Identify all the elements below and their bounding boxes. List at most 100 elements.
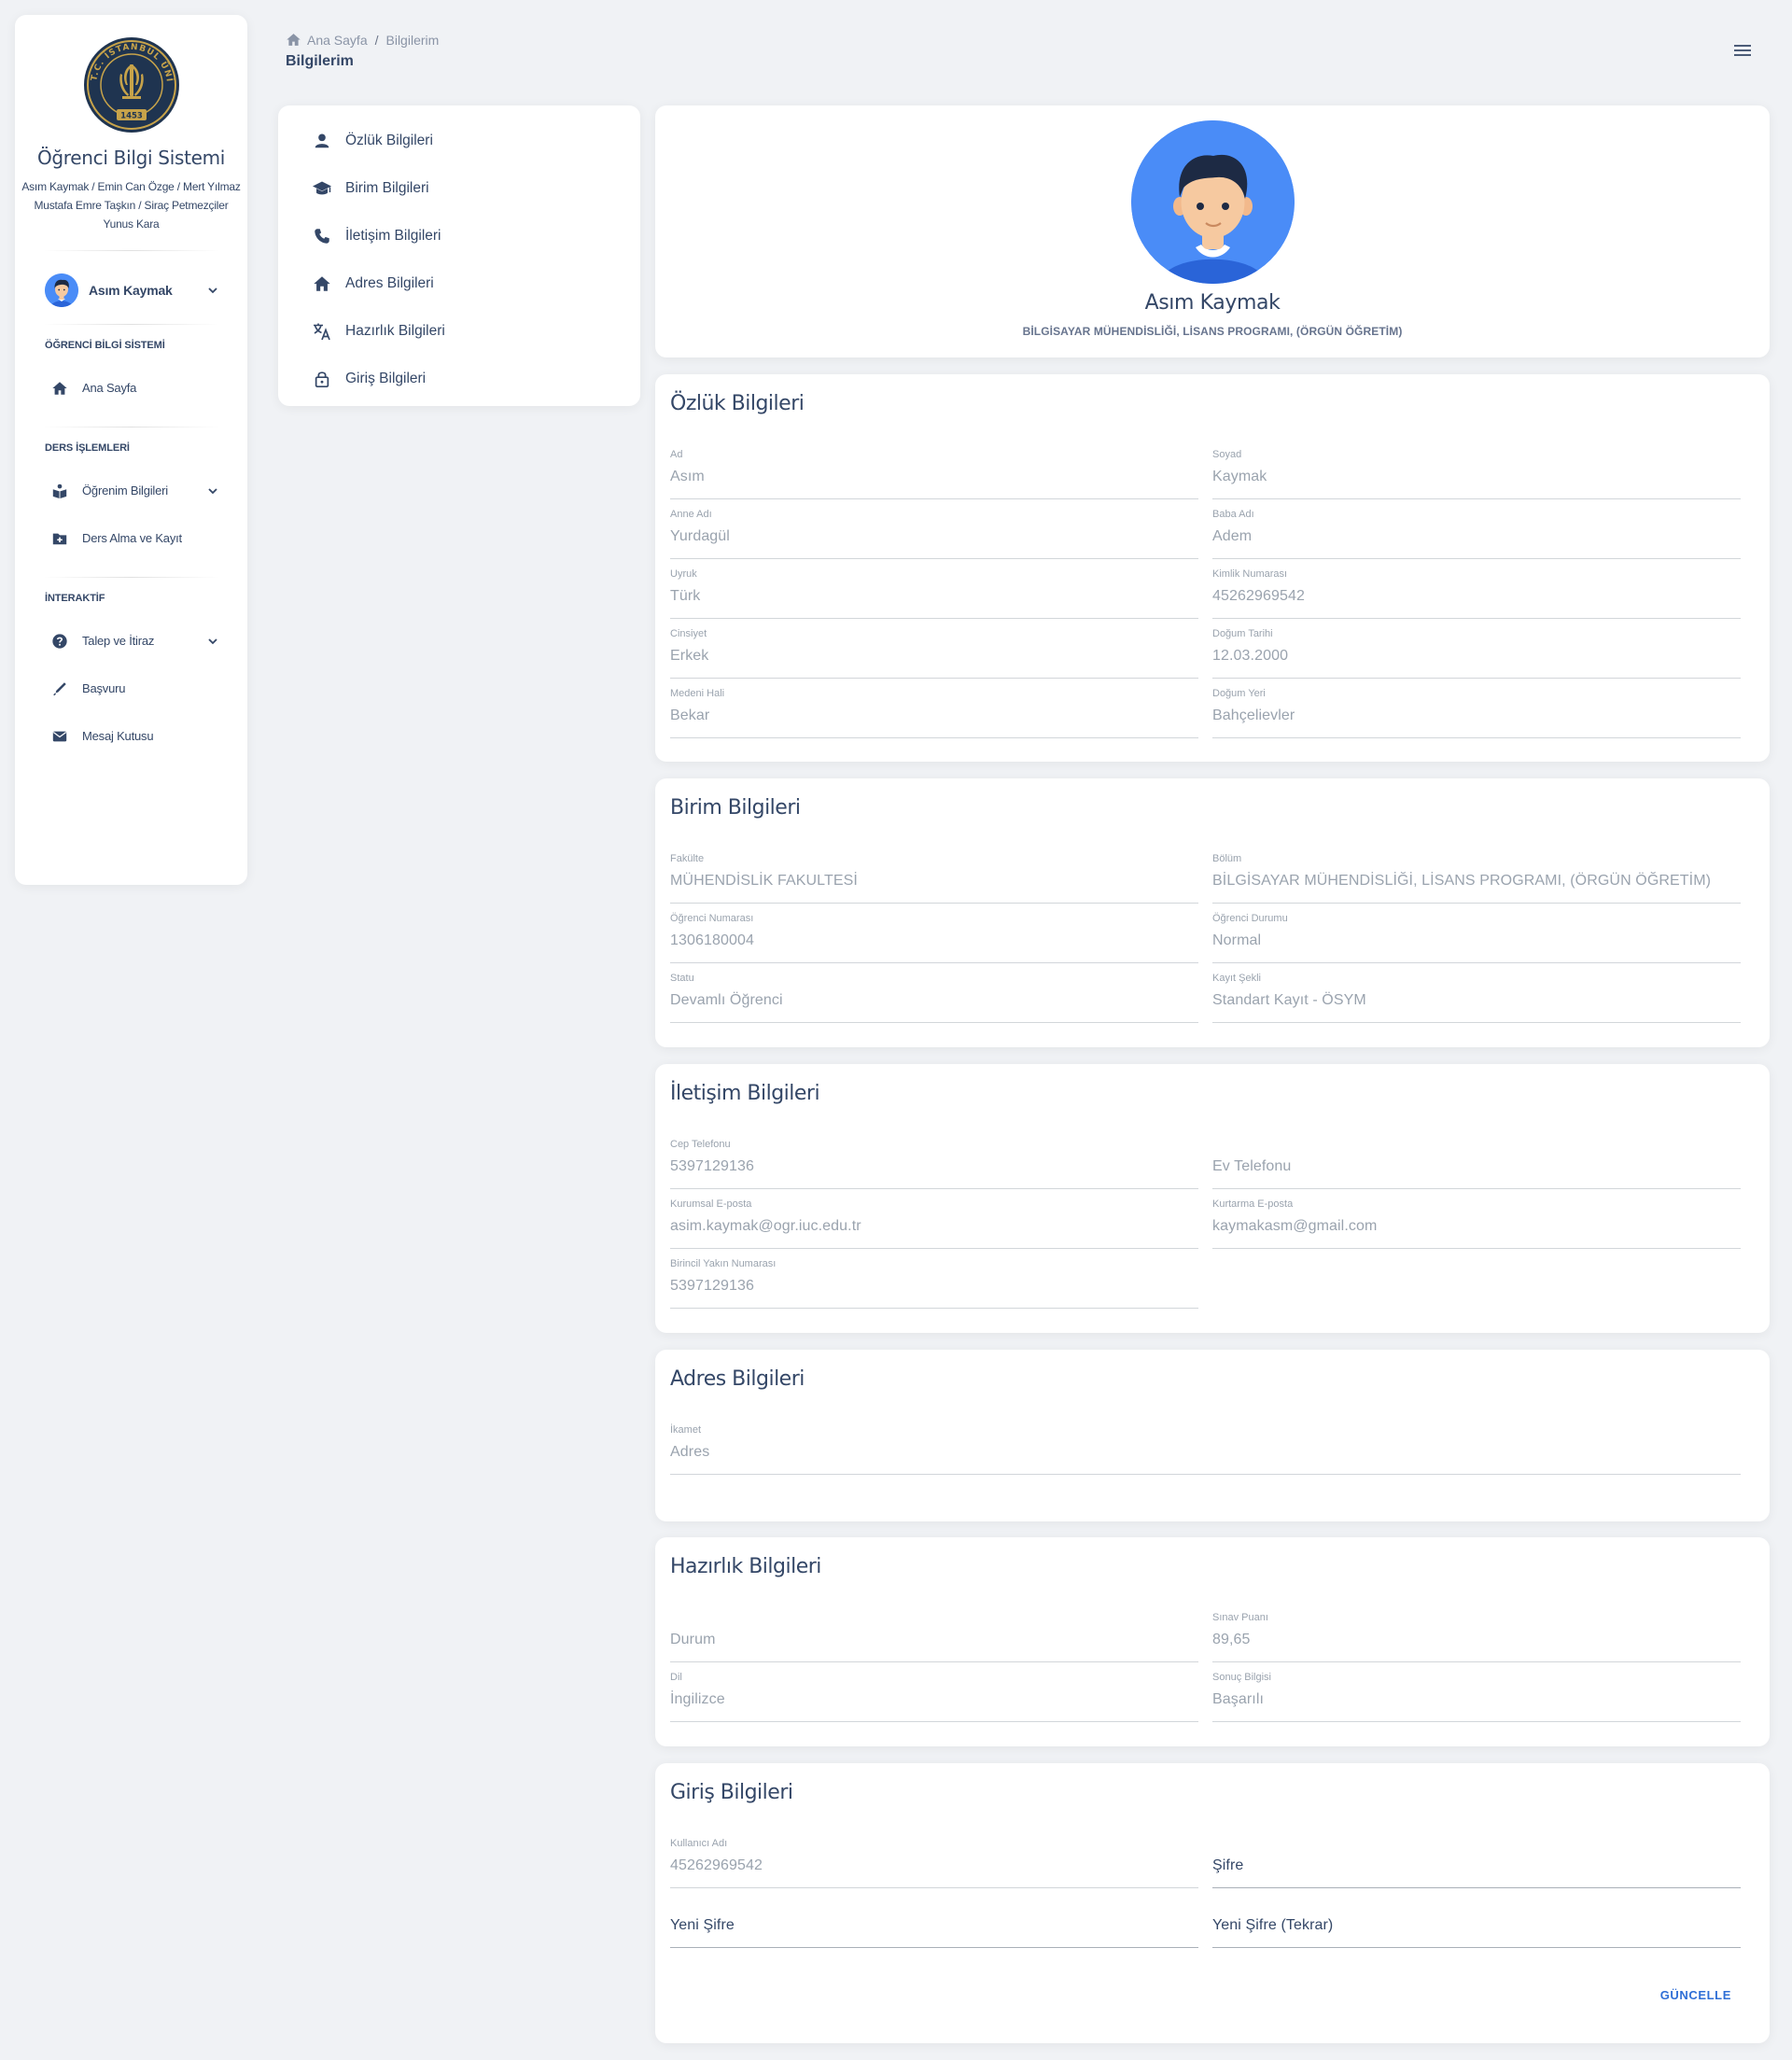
field-placeholder: Yeni Şifre (670, 1917, 735, 1933)
field-value: Bahçelievler (1212, 708, 1295, 723)
field-dogum-yeri[interactable]: Doğum Yeri Bahçelievler (1212, 688, 1741, 738)
field-value: Asım (670, 469, 705, 484)
menu-item-label: Hazırlık Bilgileri (345, 322, 445, 339)
field-anne-adi[interactable]: Anne Adı Yurdagül (670, 509, 1198, 559)
field-label: Birincil Yakın Numarası (670, 1258, 777, 1269)
field-label: Öğrenci Numarası (670, 913, 754, 924)
authors-line-1: Asım Kaymak / Emin Can Özge / Mert Yılma… (21, 180, 241, 193)
field-value: MÜHENDİSLİK FAKULTESİ (670, 873, 858, 889)
field-ev-telefonu[interactable]: Ev Telefonu (1212, 1139, 1741, 1189)
field-dogum-tarihi[interactable]: Doğum Tarihi 12.03.2000 (1212, 628, 1741, 679)
chevron-down-icon (208, 487, 217, 494)
home-icon (50, 379, 69, 398)
field-value: kaymakasm@gmail.com (1212, 1218, 1378, 1234)
section-title-interaktif: İNTERAKTİF (45, 593, 105, 604)
divider (43, 250, 219, 251)
book-reader-icon (50, 482, 69, 500)
profile-avatar (1131, 120, 1295, 284)
sidebar-item-ana-sayfa[interactable]: Ana Sayfa (15, 364, 247, 412)
field-ogrenci-no[interactable]: Öğrenci Numarası 1306180004 (670, 913, 1198, 963)
sidebar-item-talep-itiraz[interactable]: Talep ve İtiraz (15, 617, 247, 665)
profile-name: Asım Kaymak (1144, 291, 1281, 315)
sidebar-item-label: Mesaj Kutusu (82, 729, 154, 743)
phone-icon (312, 226, 332, 246)
menu-item-iletisim[interactable]: İletişim Bilgileri (278, 212, 640, 259)
field-dil[interactable]: Dil İngilizce (670, 1672, 1198, 1722)
field-ad[interactable]: Ad Asım (670, 449, 1198, 499)
user-menu[interactable]: Asım Kaymak (15, 260, 247, 320)
field-durum[interactable]: Durum (670, 1612, 1198, 1662)
graduation-cap-icon (312, 178, 332, 199)
field-value: İngilizce (670, 1691, 725, 1707)
field-label: Doğum Yeri (1212, 688, 1266, 699)
home-icon[interactable] (286, 32, 301, 48)
field-label: Doğum Tarihi (1212, 628, 1273, 639)
field-label: İkamet (670, 1424, 702, 1436)
field-value: Kaymak (1212, 469, 1267, 484)
menu-item-adres[interactable]: Adres Bilgileri (278, 259, 640, 307)
menu-item-hazirlik[interactable]: Hazırlık Bilgileri (278, 307, 640, 355)
field-value: 1306180004 (670, 932, 754, 948)
field-medeni-hali[interactable]: Medeni Hali Bekar (670, 688, 1198, 738)
chevron-down-icon (208, 287, 217, 294)
field-label: Fakülte (670, 853, 705, 864)
field-ogrenci-durumu[interactable]: Öğrenci Durumu Normal (1212, 913, 1741, 963)
authors-line-3: Yunus Kara (103, 217, 160, 231)
new-password-repeat-field[interactable]: Yeni Şifre (Tekrar) (1212, 1898, 1741, 1948)
field-yakin-numarasi[interactable]: Birincil Yakın Numarası 5397129136 (670, 1258, 1198, 1309)
field-label: Baba Adı (1212, 509, 1254, 520)
field-label: Cep Telefonu (670, 1139, 731, 1150)
field-placeholder: Yeni Şifre (Tekrar) (1212, 1917, 1334, 1933)
app-title: Öğrenci Bilgi Sistemi (36, 147, 226, 169)
field-baba-adi[interactable]: Baba Adı Adem (1212, 509, 1741, 559)
iletisim-card: İletişim Bilgileri Cep Telefonu 539712913… (655, 1064, 1770, 1333)
authors: Asım Kaymak / Emin Can Özge / Mert Yılma… (15, 177, 247, 233)
field-fakulte[interactable]: Fakülte MÜHENDİSLİK FAKULTESİ (670, 853, 1198, 904)
field-sinav-puani[interactable]: Sınav Puanı 89,65 (1212, 1612, 1741, 1662)
mail-icon (50, 727, 69, 746)
hamburger-menu-icon[interactable] (1733, 43, 1752, 58)
password-field[interactable]: Şifre (1212, 1838, 1741, 1888)
card-title: Giriş Bilgileri (670, 1781, 793, 1804)
field-soyad[interactable]: Soyad Kaymak (1212, 449, 1741, 499)
profile-card: Asım Kaymak BİLGİSAYAR MÜHENDİSLİĞİ, LİS… (655, 105, 1770, 357)
field-kimlik-no[interactable]: Kimlik Numarası 45262969542 (1212, 568, 1741, 619)
field-label: Kimlik Numarası (1212, 568, 1288, 580)
field-uyruk[interactable]: Uyruk Türk (670, 568, 1198, 619)
field-label: Soyad (1212, 449, 1242, 460)
sidebar-item-basvuru[interactable]: Başvuru (15, 665, 247, 712)
new-password-field[interactable]: Yeni Şifre (670, 1898, 1198, 1948)
field-value: 45262969542 (670, 1857, 763, 1873)
field-kurumsal-eposta[interactable]: Kurumsal E-posta asim.kaymak@ogr.iuc.edu.… (670, 1198, 1198, 1249)
field-kurtarma-eposta[interactable]: Kurtarma E-posta kaymakasm@gmail.com (1212, 1198, 1741, 1249)
field-ikamet[interactable]: İkamet Adres (670, 1424, 1741, 1475)
sidebar-item-ogrenim-bilgileri[interactable]: Öğrenim Bilgileri (15, 467, 247, 514)
field-cep-telefonu[interactable]: Cep Telefonu 5397129136 (670, 1139, 1198, 1189)
translate-icon (312, 321, 332, 342)
field-kullanici-adi[interactable]: Kullanıcı Adı 45262969542 (670, 1838, 1198, 1888)
breadcrumb-home[interactable]: Ana Sayfa (307, 33, 368, 48)
field-label: Dil (670, 1672, 682, 1683)
menu-item-giris[interactable]: Giriş Bilgileri (278, 355, 640, 402)
field-label: Kurtarma E-posta (1212, 1198, 1294, 1210)
field-bolum[interactable]: Bölüm BİLGİSAYAR MÜHENDİSLİĞİ, LİSANS PRO… (1212, 853, 1741, 904)
menu-item-ozluk[interactable]: Özlük Bilgileri (278, 117, 640, 164)
field-label: Anne Adı (670, 509, 712, 520)
menu-item-birim[interactable]: Birim Bilgileri (278, 164, 640, 212)
field-value: Standart Kayıt - ÖSYM (1212, 992, 1366, 1008)
field-statu[interactable]: Statu Devamlı Öğrenci (670, 973, 1198, 1023)
lock-icon (312, 369, 332, 389)
field-sonuc-bilgisi[interactable]: Sonuç Bilgisi Başarılı (1212, 1672, 1741, 1722)
sidebar-item-label: Öğrenim Bilgileri (82, 483, 168, 497)
authors-line-2: Mustafa Emre Taşkın / Siraç Petmezçiler (34, 199, 229, 212)
field-value: 45262969542 (1212, 588, 1305, 604)
sidebar-item-mesaj-kutusu[interactable]: Mesaj Kutusu (15, 712, 247, 760)
university-seal-logo[interactable]: T.C. İSTANBUL ÜNİVERSİTESİ 1453 (83, 36, 180, 133)
sidebar-item-ders-alma[interactable]: Ders Alma ve Kayıt (15, 514, 247, 562)
birim-card: Birim Bilgileri Fakülte MÜHENDİSLİK FAKUL… (655, 778, 1770, 1047)
field-cinsiyet[interactable]: Cinsiyet Erkek (670, 628, 1198, 679)
update-button[interactable]: GÜNCELLE (1660, 1988, 1731, 2002)
hazirlik-card: Hazırlık Bilgileri Durum Sınav Puanı 89,6… (655, 1537, 1770, 1746)
field-label: Öğrenci Durumu (1212, 913, 1288, 924)
field-kayit-sekli[interactable]: Kayıt Şekli Standart Kayıt - ÖSYM (1212, 973, 1741, 1023)
